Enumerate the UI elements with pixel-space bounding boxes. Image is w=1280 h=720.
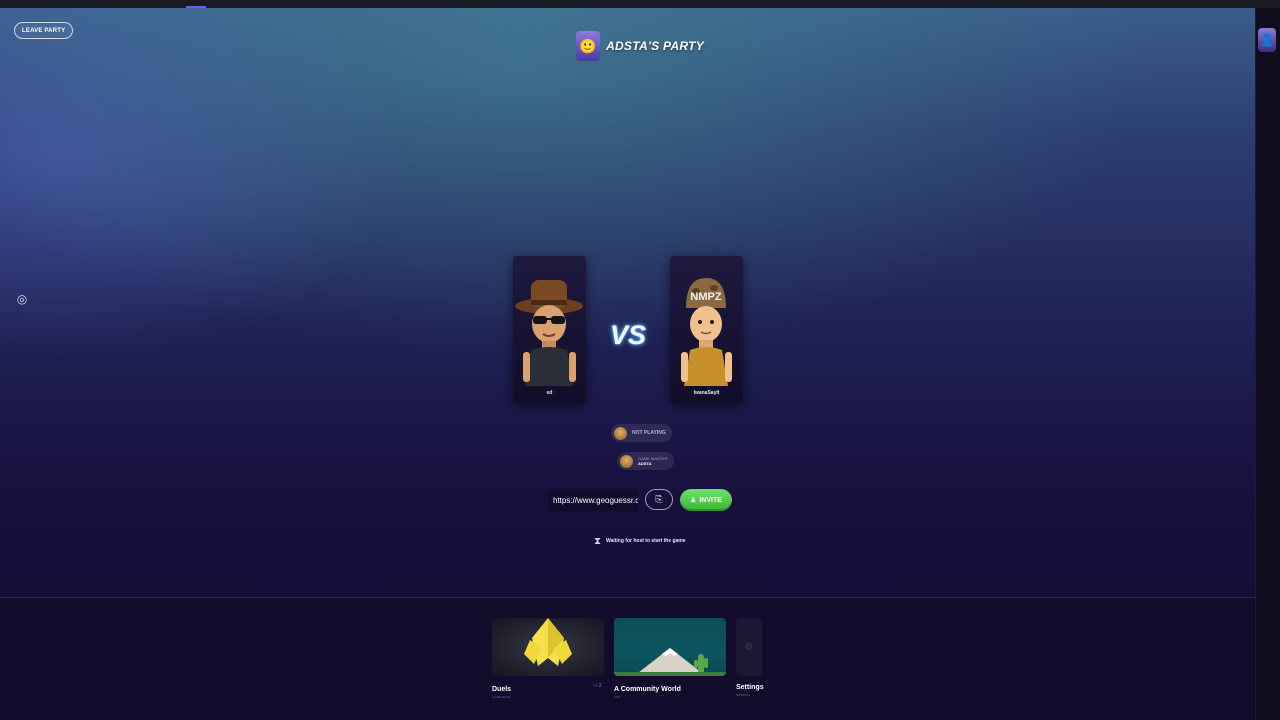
party-avatar-icon: 🙂 (576, 31, 600, 61)
game-mode-label: Duels (492, 686, 512, 693)
right-sidebar: 👤 (1255, 8, 1280, 720)
game-master-avatar (620, 454, 633, 468)
game-mode-thumbnail (492, 618, 604, 676)
user-avatar[interactable]: 👤 (1258, 28, 1276, 52)
waiting-text: Waiting for host to start the game (606, 538, 686, 544)
players-count-value: 2 (598, 683, 602, 689)
add-user-icon: ♟ (690, 497, 697, 504)
copy-link-button[interactable]: ⎘ (645, 489, 673, 510)
invite-button[interactable]: ♟ INVITE (680, 489, 732, 511)
map-label: A Community World (614, 686, 681, 693)
party-title: ADSTA'S PARTY (606, 39, 705, 53)
leave-party-button[interactable]: LEAVE PARTY (14, 22, 74, 39)
settings-sub: OPTIONS (736, 693, 750, 697)
map-card[interactable]: A Community World MAP (614, 618, 726, 699)
duels-shield-icon (524, 618, 572, 666)
map-thumbnail (614, 618, 726, 676)
game-mode-sub: GAME MODE (492, 695, 511, 699)
spectator-avatar (614, 426, 627, 440)
invite-label: INVITE (699, 496, 722, 504)
cap-avatar-icon: NMPZ (681, 278, 732, 386)
players-count: ⚇ 2 (593, 683, 602, 689)
game-master-name: ADSTA (638, 461, 652, 466)
player-card-1[interactable]: ed (513, 256, 586, 404)
copy-icon: ⎘ (655, 494, 663, 504)
map-sub: MAP (614, 695, 621, 699)
game-master-info: GAME MASTER ADSTA (638, 456, 668, 466)
player-name: ed (546, 390, 553, 396)
player-name: IwanaSayIt (693, 390, 720, 396)
settings-label: Settings (736, 684, 764, 691)
settings-thumbnail: ⚙ (736, 618, 762, 676)
versus-label: VS (610, 320, 647, 350)
party-header: 🙂 ADSTA'S PARTY (576, 30, 704, 62)
browser-top-strip (0, 0, 1280, 8)
game-mode-card[interactable]: Duels GAME MODE (492, 618, 604, 699)
player-card-2[interactable]: NMPZ IwanaSayIt (670, 256, 743, 404)
cowboy-avatar-icon (515, 280, 583, 386)
users-icon: ⚇ (593, 683, 598, 689)
game-master-badge: GAME MASTER ADSTA (617, 452, 674, 470)
waiting-status: ⧗ Waiting for host to start the game (594, 534, 686, 548)
not-playing-badge[interactable]: NOT PLAYING (611, 424, 672, 442)
mountain-icon (614, 648, 726, 676)
settings-card[interactable]: ⚙ Settings OPTIONS (736, 618, 764, 697)
active-tab-indicator (186, 6, 206, 8)
svg-text:NMPZ: NMPZ (690, 291, 721, 303)
gear-icon: ⚙ (744, 641, 754, 653)
invite-link-field[interactable]: https://www.geoguessr.com/ (548, 489, 638, 511)
not-playing-label: NOT PLAYING (632, 430, 666, 436)
chat-icon[interactable]: ◎ (15, 292, 29, 306)
hourglass-icon: ⧗ (594, 535, 602, 547)
